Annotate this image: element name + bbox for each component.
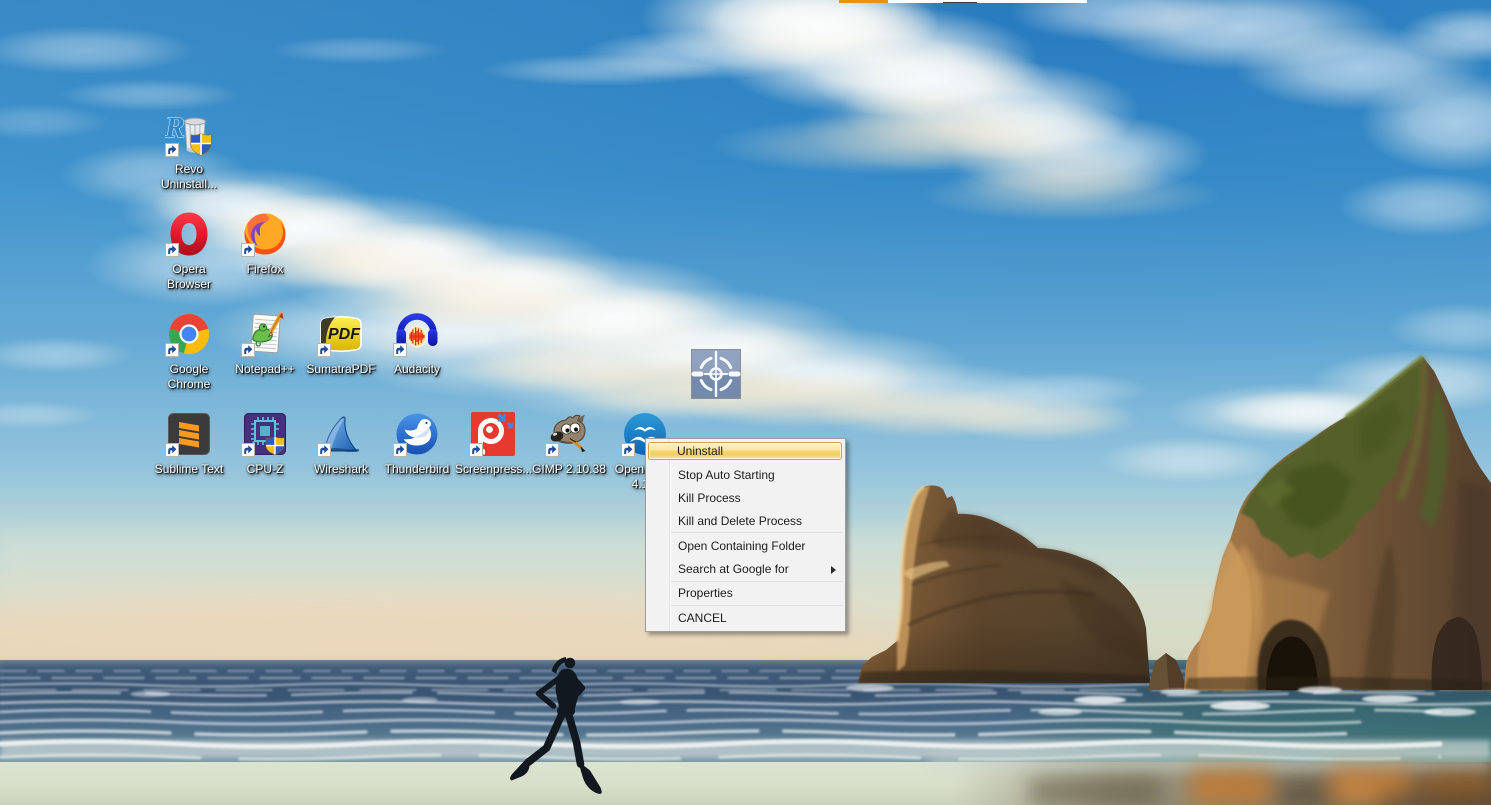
svg-text:R: R	[165, 111, 185, 144]
svg-text:PDF: PDF	[328, 326, 361, 343]
